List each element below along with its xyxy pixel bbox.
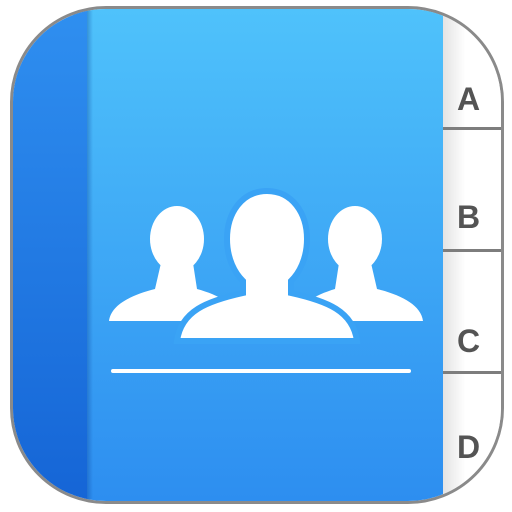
tab-divider xyxy=(443,249,501,252)
contacts-app-icon[interactable]: A B C D xyxy=(10,6,504,504)
tab-a[interactable]: A xyxy=(443,71,501,127)
tab-divider xyxy=(443,127,501,130)
index-tabs: A B C D xyxy=(443,9,501,501)
tab-c[interactable]: C xyxy=(443,313,501,369)
cover-shadow xyxy=(87,9,93,501)
tab-d[interactable]: D xyxy=(443,419,501,475)
name-underline xyxy=(111,369,411,373)
group-people-icon xyxy=(109,187,423,344)
person-center-icon xyxy=(173,187,361,344)
tab-b[interactable]: B xyxy=(443,189,501,245)
tab-divider xyxy=(443,371,501,374)
book-spine xyxy=(13,9,87,501)
